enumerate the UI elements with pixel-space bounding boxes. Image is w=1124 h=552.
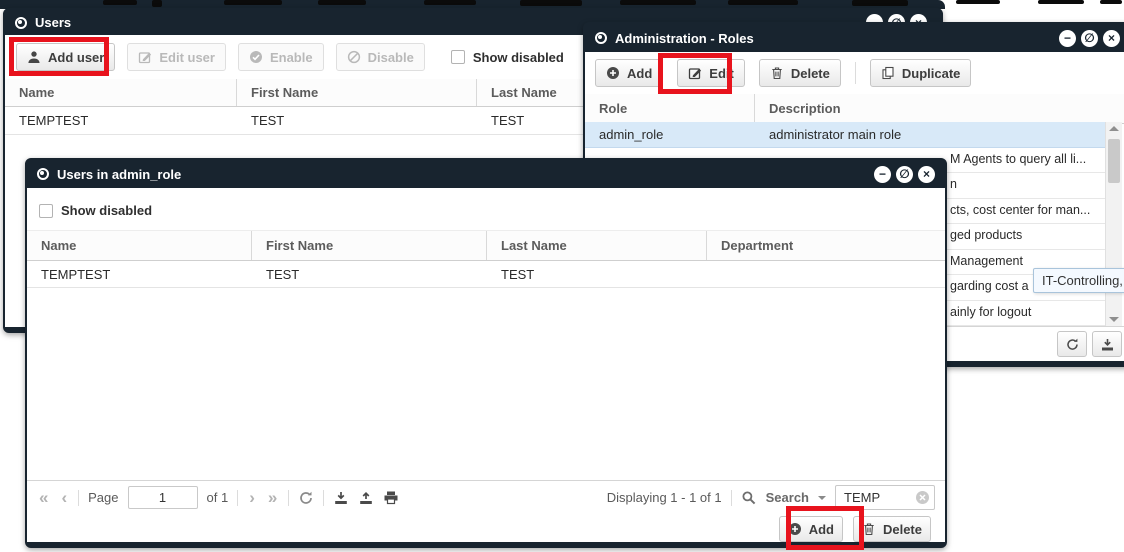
show-disabled-label: Show disabled — [473, 50, 564, 65]
close-icon[interactable]: × — [918, 166, 935, 183]
window-icon — [595, 32, 607, 44]
download-icon[interactable] — [333, 490, 349, 506]
enable-button[interactable]: Enable — [238, 43, 324, 71]
users-window-title: Users — [35, 15, 71, 30]
roles-window-titlebar[interactable]: Administration - Roles − ∅ × — [585, 24, 1124, 52]
page-label: Page — [88, 490, 118, 505]
background-window-fragment — [852, 0, 908, 6]
role-members-title: Users in admin_role — [57, 167, 181, 182]
vertical-scrollbar[interactable] — [1105, 122, 1122, 326]
download-icon — [1100, 337, 1115, 352]
background-window-fragment — [1038, 0, 1084, 4]
first-page-icon[interactable]: « — [37, 489, 50, 506]
show-disabled-checkbox[interactable] — [39, 204, 53, 218]
screen: Users − ∅ × Add user Edit user Enable — [0, 0, 1124, 552]
chevron-down-icon[interactable] — [818, 496, 826, 504]
minimize-icon[interactable]: − — [874, 166, 891, 183]
edit-icon — [138, 50, 152, 64]
members-footer: Add Delete — [27, 514, 945, 544]
background-window-fragment — [620, 0, 696, 5]
page-of-label: of 1 — [207, 490, 229, 505]
background-window-fragment — [520, 0, 582, 6]
add-member-button[interactable]: Add — [779, 516, 843, 542]
delete-role-button[interactable]: Delete — [759, 59, 841, 87]
tooltip: IT-Controlling, S — [1033, 268, 1124, 293]
user-icon — [27, 50, 41, 64]
background-window-fragment — [424, 0, 476, 5]
window-icon — [37, 168, 49, 180]
background-window-fragment — [956, 0, 1000, 4]
print-icon[interactable] — [383, 490, 399, 506]
refresh-icon — [1065, 337, 1080, 352]
delete-member-button[interactable]: Delete — [853, 516, 931, 542]
refresh-button[interactable] — [1057, 331, 1087, 357]
block-icon[interactable]: ∅ — [896, 166, 913, 183]
background-window-fragment — [318, 0, 366, 5]
export-button[interactable] — [1092, 331, 1122, 357]
search-label[interactable]: Search — [766, 490, 809, 505]
background-window-fragment — [103, 0, 137, 5]
check-circle-icon — [249, 50, 263, 64]
duplicate-icon — [881, 66, 895, 80]
add-user-button[interactable]: Add user — [16, 43, 115, 71]
role-members-window: Users in admin_role − ∅ × Show disabled … — [25, 158, 947, 548]
column-header-name[interactable]: Name — [27, 231, 252, 260]
scrollbar-thumb[interactable] — [1108, 139, 1120, 183]
show-disabled-label: Show disabled — [61, 203, 152, 218]
roles-window-title: Administration - Roles — [615, 31, 754, 46]
column-header-first-name[interactable]: First Name — [237, 79, 477, 106]
table-row[interactable]: TEMPTEST TEST TEST — [27, 261, 945, 288]
trash-icon — [770, 66, 784, 80]
scroll-up-icon[interactable] — [1109, 126, 1119, 131]
column-header-name[interactable]: Name — [5, 79, 237, 106]
show-disabled-checkbox[interactable] — [451, 50, 465, 64]
last-page-icon[interactable]: » — [266, 489, 279, 506]
displaying-status: Displaying 1 - 1 of 1 — [607, 490, 722, 505]
trash-icon — [862, 522, 876, 536]
column-header-description[interactable]: Description — [755, 94, 1124, 123]
page-number-input[interactable] — [128, 486, 198, 509]
role-row-selected[interactable]: admin_role administrator main role — [585, 122, 1107, 148]
edit-user-button[interactable]: Edit user — [127, 43, 226, 71]
add-role-button[interactable]: Add — [595, 59, 663, 87]
paging-toolbar: « ‹ Page of 1 › » Displaying 1 - 1 of 1 … — [27, 480, 945, 514]
background-window-fragment — [224, 0, 282, 5]
refresh-icon[interactable] — [298, 490, 314, 506]
search-icon — [741, 490, 757, 506]
background-window-fragment — [152, 0, 162, 7]
column-header-department[interactable]: Department — [707, 231, 945, 260]
next-page-icon[interactable]: › — [247, 489, 257, 506]
disable-button[interactable]: Disable — [336, 43, 425, 71]
upload-icon[interactable] — [358, 490, 374, 506]
edit-role-button[interactable]: Edit — [677, 59, 745, 87]
column-header-first-name[interactable]: First Name — [252, 231, 487, 260]
role-members-titlebar[interactable]: Users in admin_role − ∅ × — [27, 160, 945, 188]
edit-icon — [688, 66, 702, 80]
search-field[interactable] — [835, 485, 935, 510]
plus-circle-icon — [606, 66, 620, 80]
minimize-icon[interactable]: − — [1059, 30, 1076, 47]
prev-page-icon[interactable]: ‹ — [59, 489, 69, 506]
plus-circle-icon — [788, 522, 802, 536]
close-icon[interactable]: × — [1103, 30, 1120, 47]
column-header-last-name[interactable]: Last Name — [487, 231, 707, 260]
slash-circle-icon — [347, 50, 361, 64]
column-header-role[interactable]: Role — [585, 94, 755, 123]
window-icon — [15, 17, 27, 29]
clear-icon[interactable] — [915, 490, 930, 505]
scroll-down-icon[interactable] — [1109, 317, 1119, 322]
block-icon[interactable]: ∅ — [1081, 30, 1098, 47]
duplicate-role-button[interactable]: Duplicate — [870, 59, 972, 87]
background-window-fragment — [1100, 0, 1122, 4]
background-window-fragment — [728, 0, 798, 5]
